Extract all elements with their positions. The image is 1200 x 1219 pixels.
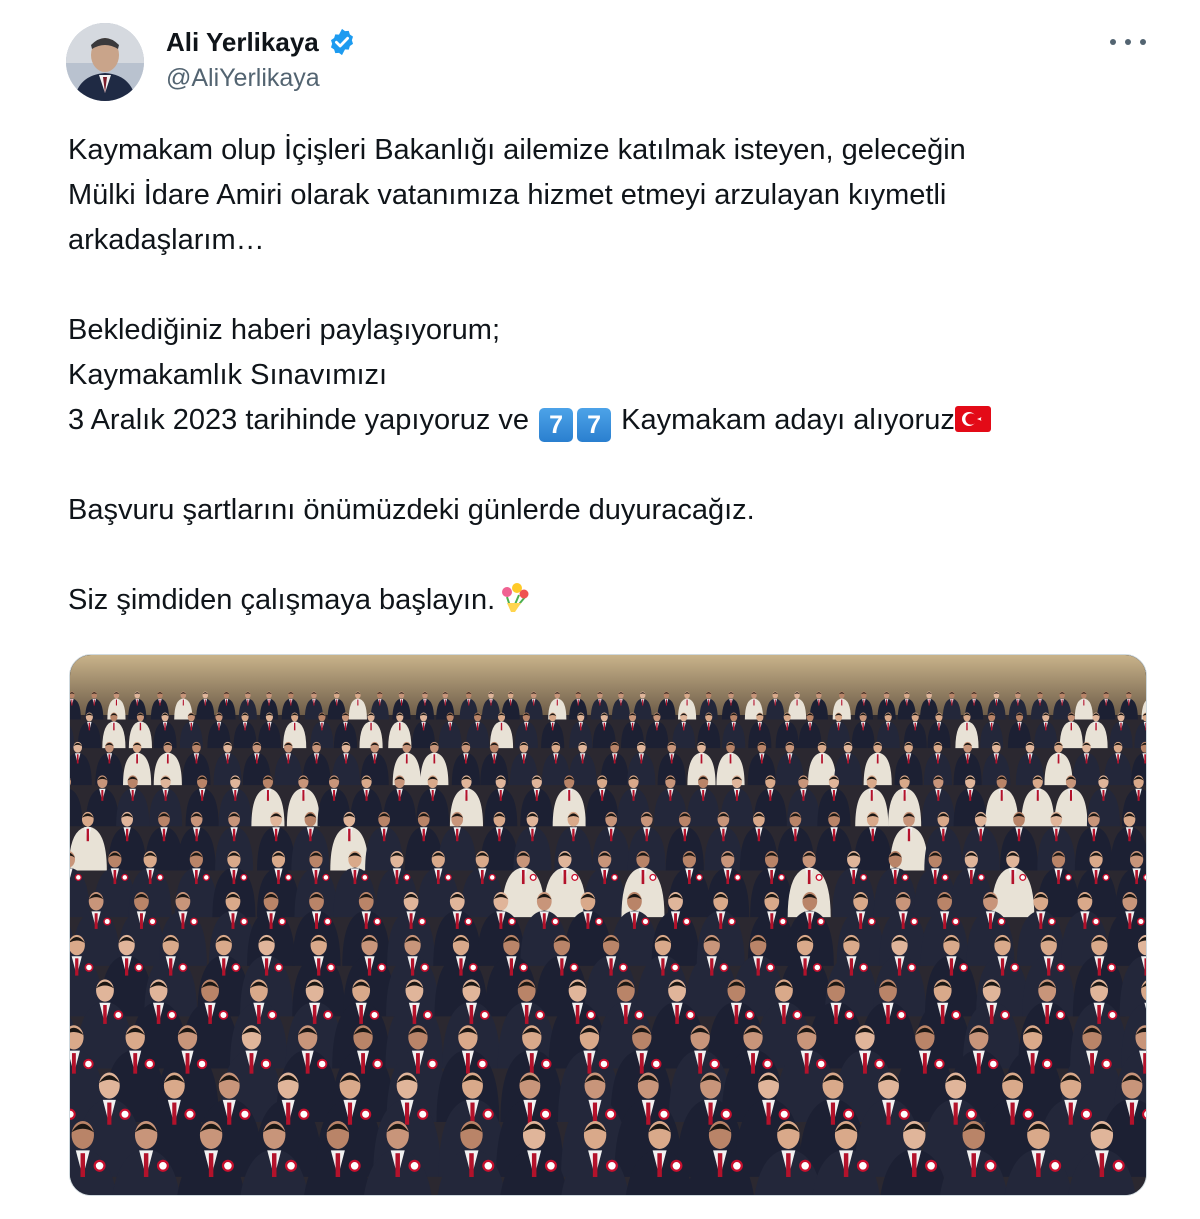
keycap-7-icon: 7 [539,408,574,442]
avatar[interactable] [66,23,144,101]
tweet-line: Kaymakamlık Sınavımızı [68,359,388,391]
turkey-flag-icon [954,401,991,432]
keycap-7-icon: 7 [577,408,612,442]
tweet-line: Başvuru şartlarını önümüzdeki günlerde d… [68,494,755,526]
more-options-icon[interactable] [1110,28,1146,56]
author-name-row: Ali Yerlikaya [166,25,357,59]
tweet-line: Beklediğiniz haberi paylaşıyorum; [68,314,500,346]
verified-badge-icon [327,27,357,57]
tweet-line: Mülki İdare Amiri olarak vatanımıza hizm… [68,179,947,211]
tweet-line-announcement: 3 Aralık 2023 tarihinde yapıyoruz ve 77 … [68,398,1148,443]
bouquet-icon [495,579,531,615]
tweet-line-part: 3 Aralık 2023 tarihinde yapıyoruz ve [68,404,538,436]
tweet-text: Kaymakam olup İçişleri Bakanlığı ailemiz… [68,128,1148,623]
tweet-line-closing: Siz şimdiden çalışmaya başlayın. [68,578,1148,623]
crowd-photo [70,655,1146,1195]
tweet-line-part: Siz şimdiden çalışmaya başlayın. [68,584,496,616]
tweet-line: Kaymakam olup İçişleri Bakanlığı ailemiz… [68,134,966,166]
tweet-card: Ali Yerlikaya @AliYerlikaya Kaymakam olu… [0,0,1200,1219]
handle[interactable]: @AliYerlikaya [166,64,320,93]
display-name[interactable]: Ali Yerlikaya [166,27,319,58]
tweet-line: arkadaşlarım… [68,224,265,256]
tweet-line-part: Kaymakam adayı alıyoruz [613,404,955,436]
tweet-photo[interactable] [69,654,1147,1196]
